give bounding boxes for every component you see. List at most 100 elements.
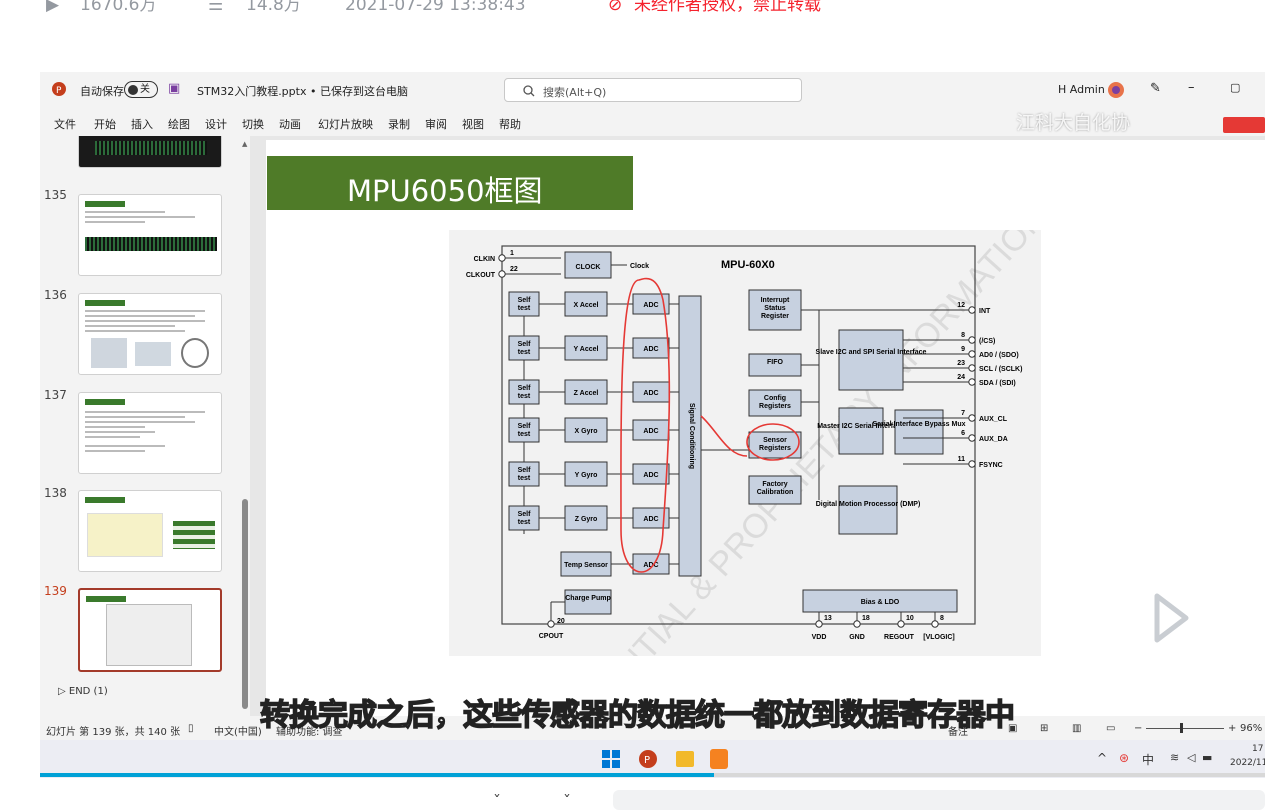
autosave-label: 自动保存 [80,85,124,98]
tray-chevron-icon[interactable]: ^ [1097,751,1107,765]
slide-sorter-icon[interactable]: ⊞ [1040,723,1048,734]
play-count: 1670.6万 [80,0,157,15]
pin-cpout: CPOUT [539,633,564,640]
ime-indicator[interactable]: 中 [1142,751,1154,768]
video-stats-bar: ▶ 1670.6万 ☰ 14.8万 2021-07-29 13:38:43 ⊘ … [0,0,1265,20]
no-repost-icon: ⊘ [608,0,623,15]
save-icon[interactable]: ▣ [168,81,180,96]
wifi-icon[interactable]: ≋ [1170,751,1179,764]
clock-date[interactable]: 2022/11/ [1230,758,1265,768]
pin-label: REGOUT [884,634,915,641]
autosave-toggle[interactable]: 关 [124,81,158,98]
pin-num: 7 [961,410,965,417]
slide-canvas: MPU6050框图 CONFIDENTIAL & PROPRIETARY INF… [250,136,1265,778]
chip-name: MPU-60X0 [721,259,775,271]
battery-icon[interactable]: ▬ [1202,751,1212,764]
video-player[interactable]: P 自动保存 关 ▣ STM32入门教程.pptx • 已保存到这台电脑 搜索(… [40,72,1265,778]
minimize-icon[interactable]: – [1188,80,1195,95]
zoom-out-icon[interactable]: − [1134,723,1142,734]
bilibili-tv-icon[interactable] [1116,563,1222,661]
slide-thumbnail[interactable] [78,490,222,572]
clock-time[interactable]: 17 [1252,744,1263,754]
signal-conditioning: Signal Conditioning [688,403,695,469]
bottom-pins: 13 VDD 18 GND 10 REGOUT 8 [VLOGIC] [812,612,955,641]
powerpoint-taskbar-icon[interactable]: P [638,749,658,769]
tab-insert[interactable]: 插入 [131,116,153,132]
pin-label: AUX_CL [979,416,1008,423]
thumbnail-scrollbar[interactable]: ▲ [240,136,250,716]
spellcheck-icon[interactable]: ▯ [188,723,194,734]
live-badge [1223,117,1265,133]
tab-transitions[interactable]: 切换 [242,116,264,132]
zoom-level[interactable]: 96% [1240,723,1262,734]
tab-design[interactable]: 设计 [205,116,227,132]
pin-label: GND [849,634,865,641]
adc-block: ADC [643,302,658,309]
sensor-block: Y Accel [574,346,599,353]
tab-view[interactable]: 视图 [462,116,484,132]
self-test-block: Self test [518,511,532,526]
video-progress-bar[interactable] [40,773,1265,777]
danmaku-settings-icon[interactable]: ˇ [563,792,571,811]
pin-label: AUX_DA [979,436,1008,443]
user-name[interactable]: H Admin [1058,83,1105,96]
pin-num: 24 [957,374,965,381]
file-name[interactable]: STM32入门教程.pptx • 已保存到这台电脑 [197,83,408,99]
tab-help[interactable]: 帮助 [499,116,521,132]
zoom-in-icon[interactable]: + [1228,723,1236,734]
mpu6050-block-diagram: CONFIDENTIAL & PROPRIETARY INFORMATION C… [449,198,1054,778]
language[interactable]: 中文(中国) [214,723,262,738]
pin-num: 13 [824,615,832,622]
slide-number: 139 [44,584,67,598]
tray-app-icon[interactable]: ⊛ [1119,751,1129,765]
adc-block: ADC [643,428,658,435]
slide-thumbnail[interactable] [78,136,222,168]
slide-thumbnail[interactable] [78,392,222,474]
zoom-slider-handle[interactable] [1180,723,1183,733]
pin-num: 6 [961,430,965,437]
adc-block: ADC [643,472,658,479]
volume-icon[interactable]: ◁ [1187,751,1195,764]
pin-clkin: CLKIN [474,256,495,263]
restore-icon[interactable]: ▢ [1230,81,1240,94]
slide-thumbnail[interactable] [78,194,222,276]
pen-icon[interactable]: ✎ [1150,81,1161,96]
tab-review[interactable]: 审阅 [425,116,447,132]
file-explorer-icon[interactable] [676,751,694,767]
pin-label: AD0 / (SDO) [979,352,1019,359]
app-icon[interactable] [710,749,728,769]
tab-home[interactable]: 开始 [94,116,116,132]
user-avatar[interactable] [1107,81,1125,99]
charge-pump: Charge Pump [565,595,611,602]
slide-thumbnail-pane: 135 136 137 138 139 ▷ END (1) [40,136,240,716]
pin-num: 11 [958,456,966,463]
slide-count: 幻灯片 第 139 张，共 140 张 [46,727,181,738]
slide-number: 136 [44,288,67,302]
sensor-block: Y Gyro [575,472,598,479]
slide-thumbnail[interactable] [78,293,222,375]
pin-label: VDD [812,634,827,641]
dmp-block: Digital Motion Processor (DMP) [816,501,921,508]
tab-draw[interactable]: 绘图 [168,116,190,132]
page-below-player: ˇ ˇ [0,778,1265,811]
danmaku-input[interactable] [613,790,1265,810]
pin-clkout: CLKOUT [466,272,496,279]
tab-animations[interactable]: 动画 [279,116,301,132]
search-box[interactable]: 搜索(Alt+Q) [504,78,802,102]
sensor-block: Z Accel [574,390,599,397]
danmaku-toggle-icon[interactable]: ˇ [493,792,501,811]
windows-start-icon[interactable] [602,750,620,768]
zoom-slider[interactable] [1146,728,1224,729]
slideshow-icon[interactable]: ▭ [1106,723,1115,734]
pin-num: 8 [961,332,965,339]
tab-slideshow[interactable]: 幻灯片放映 [318,116,373,132]
tab-record[interactable]: 录制 [388,116,410,132]
slide-thumbnail-selected[interactable] [78,588,222,672]
section-end[interactable]: ▷ END (1) [58,686,108,697]
tab-file[interactable]: 文件 [54,116,76,132]
register-block: Interrupt Status Register [761,297,790,320]
reading-view-icon[interactable]: ▥ [1072,723,1081,734]
scrollbar-thumb[interactable] [242,499,248,709]
scroll-up-icon[interactable]: ▲ [242,140,247,148]
video-subtitle: 转换完成之后，这些传感器的数据统一都放到数据寄存器中 [259,697,1015,733]
